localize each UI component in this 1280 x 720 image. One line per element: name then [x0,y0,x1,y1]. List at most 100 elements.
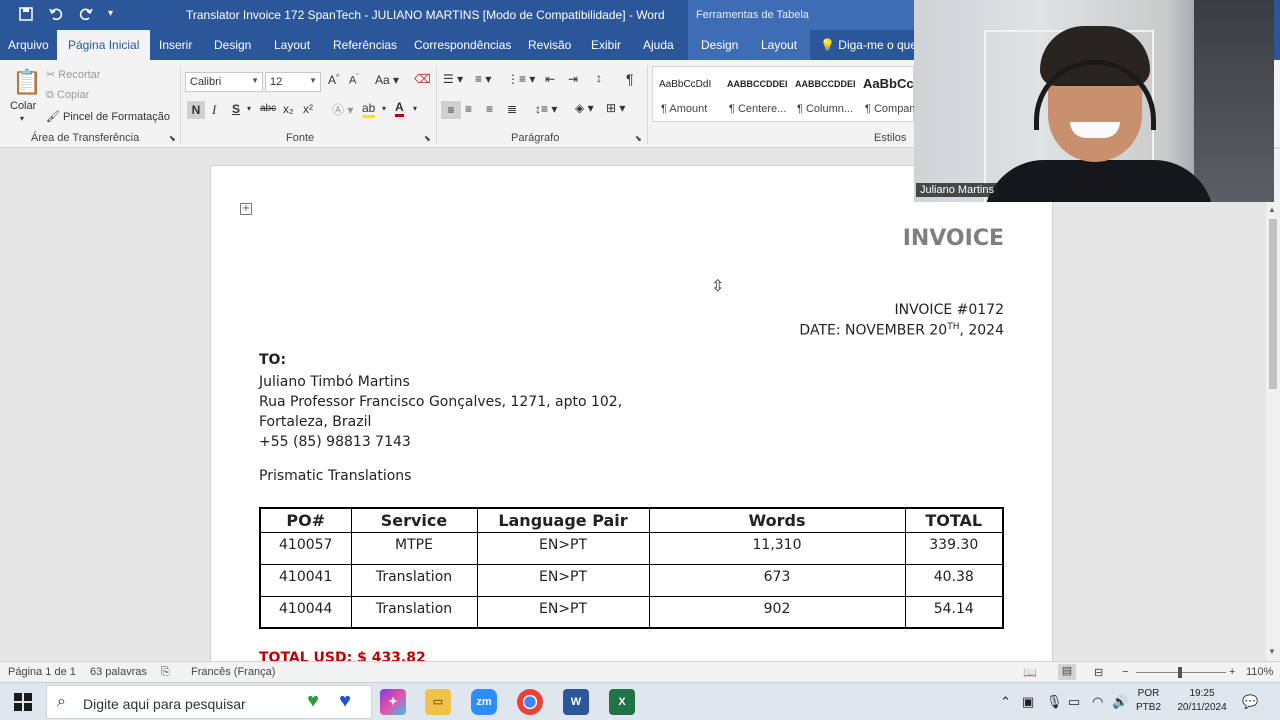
zoom-out-icon[interactable]: − [1122,666,1128,678]
zoom-level[interactable]: 110% [1246,666,1273,678]
customize-qat-icon[interactable]: ▾ [108,6,124,22]
bullets-icon[interactable]: ☰ ▾ [443,72,463,86]
bold-button[interactable]: N [187,101,205,119]
table-cell[interactable]: EN>PT [476,595,650,629]
volume-icon[interactable]: 🔊 [1112,694,1128,710]
tab-layout[interactable]: Layout [274,30,310,60]
tab-arquivo[interactable]: Arquivo [8,30,49,60]
decrease-indent-icon[interactable]: ⇤ [545,72,555,86]
strikethrough-button[interactable]: abc [260,103,276,114]
line-spacing-icon[interactable]: ↕≡ ▾ [535,102,557,116]
font-launcher-icon[interactable]: ⬊ [424,134,431,143]
tab-design[interactable]: Design [214,30,251,60]
scroll-down-icon[interactable]: ▼ [1268,647,1276,656]
table-cell[interactable]: Translation [350,563,478,597]
file-explorer-icon[interactable]: ▭ [425,689,451,715]
table-cell[interactable]: EN>PT [476,563,650,597]
tab-revisao[interactable]: Revisão [528,30,571,60]
font-color-dropdown-icon[interactable]: ▾ [413,104,417,113]
table-move-handle-icon[interactable]: + [240,203,252,215]
input-language[interactable]: POR PTB2 [1136,687,1161,715]
clear-formatting-icon[interactable]: ⌫ [414,72,431,86]
table-cell[interactable]: 673 [648,563,906,597]
shading-icon[interactable]: ◈ ▾ [575,101,594,115]
paste-icon[interactable]: 📋 [12,68,42,97]
highlight-dropdown-icon[interactable]: ▾ [382,104,386,113]
read-mode-icon[interactable]: 📖 [1023,666,1037,679]
redo-icon[interactable] [78,6,94,22]
style-company[interactable]: AaBbCcD ¶ Compan... [857,67,915,123]
table-cell[interactable]: EN>PT [476,531,650,565]
table-cell[interactable]: 40.38 [904,563,1004,597]
tab-ajuda[interactable]: Ajuda [643,30,674,60]
tab-referencias[interactable]: Referências [333,30,397,60]
paragraph-launcher-icon[interactable]: ⬊ [635,134,642,143]
underline-dropdown-icon[interactable]: ▾ [247,104,251,113]
table-cell[interactable]: 410044 [259,595,352,629]
align-right-icon[interactable]: ≡ [486,102,493,116]
excel-icon[interactable]: X [609,689,635,715]
heart-flag-icon[interactable]: ♥ [300,689,326,715]
show-formatting-marks-icon[interactable]: ¶ [626,71,634,87]
save-icon[interactable] [18,6,34,22]
style-centered[interactable]: AABBCCDDEI ¶ Centere... [721,67,789,123]
shrink-font-icon[interactable]: Aˇ [349,74,359,87]
text-effects-icon[interactable]: Ⓐ ▾ [332,101,353,118]
paste-dropdown-icon[interactable]: ▾ [20,114,24,123]
tab-inserir[interactable]: Inserir [159,30,192,60]
web-layout-icon[interactable]: ⊟ [1094,666,1103,679]
copy-button[interactable]: ⧉ Copiar [46,89,89,102]
copilot-icon[interactable]: ✦ [380,689,406,715]
heart-flag-icon[interactable]: ♥ [332,689,358,715]
undo-icon[interactable] [48,6,64,22]
highlight-icon[interactable]: ab [362,101,376,118]
table-cell[interactable]: 410057 [259,531,352,565]
style-column[interactable]: AABBCCDDEI ¶ Column... [789,67,857,123]
scrollbar-thumb[interactable] [1269,219,1277,389]
change-case-icon[interactable]: Aa ▾ [375,73,399,87]
numbering-icon[interactable]: ≡ ▾ [475,72,491,86]
table-cell[interactable]: 54.14 [904,595,1004,629]
meet-now-icon[interactable]: ▣ [1022,694,1034,710]
tab-table-design[interactable]: Design [688,30,750,60]
microphone-icon[interactable]: 🎙 [1046,694,1063,710]
table-cell[interactable]: 902 [648,595,906,629]
style-amount[interactable]: AaBbCcDdI ¶ Amount [653,67,721,123]
superscript-button[interactable]: x² [303,102,313,116]
table-cell[interactable]: 11,310 [648,531,906,565]
justify-icon[interactable]: ≣ [507,102,517,116]
table-cell[interactable]: 410041 [259,563,352,597]
cut-button[interactable]: ✂ Recortar [46,68,100,81]
invoice-table[interactable]: PO# Service Language Pair Words TOTAL 41… [259,507,1004,629]
font-name-select[interactable]: Calibri ▼ [185,72,263,92]
table-cell[interactable]: Translation [350,595,478,629]
word-count[interactable]: 63 palavras [90,666,147,678]
page-count[interactable]: Página 1 de 1 [8,666,76,678]
increase-indent-icon[interactable]: ⇥ [568,72,578,86]
notifications-icon[interactable]: 💬 [1242,694,1258,710]
word-icon[interactable]: W [563,689,589,715]
format-painter-button[interactable]: 🖌 Pincel de Formatação [46,110,170,123]
subscript-button[interactable]: x₂ [283,102,294,116]
scroll-up-icon[interactable]: ▲ [1268,205,1276,214]
clipboard-launcher-icon[interactable]: ⬊ [169,134,176,143]
tab-exibir[interactable]: Exibir [591,30,621,60]
table-cell[interactable]: 339.30 [904,531,1004,565]
align-left-icon[interactable]: ≡ [441,101,461,119]
language-indicator[interactable]: Francês (França) [191,666,275,678]
document-page[interactable]: + INVOICE ⇳ INVOICE #0172 DATE: NOVEMBER… [210,165,1053,661]
chrome-icon[interactable] [517,689,543,715]
vertical-scrollbar[interactable]: ▲ ▼ [1266,149,1280,661]
align-center-icon[interactable]: ≡ [465,102,472,116]
wifi-icon[interactable]: ◠ [1092,694,1103,710]
windows-start-icon[interactable] [14,693,32,711]
font-size-select[interactable]: 12 ▼ [265,72,321,92]
show-hidden-icons-icon[interactable]: ⌃ [1000,694,1011,710]
italic-button[interactable]: I [212,102,216,118]
borders-icon[interactable]: ⊞ ▾ [606,101,625,115]
tell-me-search[interactable]: 💡 Diga-me o que [820,30,917,60]
print-layout-icon[interactable]: ▤ [1058,664,1076,680]
proofing-icon[interactable]: ⎘ [161,666,170,679]
zoom-app-icon[interactable]: zm [471,689,497,715]
table-cell[interactable]: MTPE [350,531,478,565]
